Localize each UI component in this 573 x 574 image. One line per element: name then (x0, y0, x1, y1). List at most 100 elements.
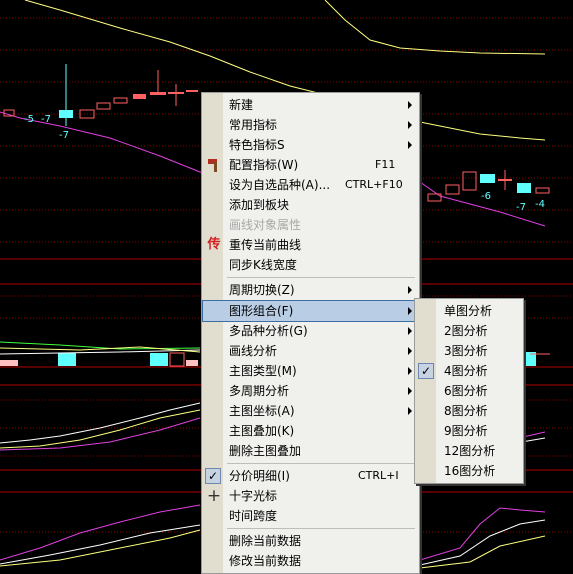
yellow-ma-line-upper (324, 0, 546, 55)
menu-item-label: 添加到板块 (229, 198, 290, 212)
kdj-right-magenta (419, 507, 546, 561)
submenu-item-label: 6图分析 (444, 384, 488, 398)
menu-item-label: 十字光标 (229, 489, 278, 503)
menu-item-chart-layout[interactable]: 图形组合(F) (202, 300, 419, 322)
submenu-item-16-charts[interactable]: 16图分析 (416, 461, 522, 481)
submenu-item-1-chart[interactable]: 单图分析 (416, 301, 522, 321)
menu-item-special-indicators[interactable]: 特色指标S (203, 135, 418, 155)
submenu-arrow-icon (408, 307, 412, 315)
menu-separator (227, 528, 415, 529)
crosshair-icon: + (206, 486, 222, 506)
menu-item-delete-data[interactable]: 删除当前数据 (203, 531, 418, 551)
submenu-arrow-icon (408, 101, 412, 109)
menu-item-label: 画线分析 (229, 344, 278, 358)
submenu-arrow-icon (408, 387, 412, 395)
menu-item-add-to-watchlist[interactable]: 设为自选品种(A)... CTRL+F10 (203, 175, 418, 195)
menu-item-sync-kline-width[interactable]: 同步K线宽度 (203, 255, 418, 275)
chuan-icon: 传 (207, 237, 221, 252)
indicator-magenta-line (0, 417, 201, 451)
menu-separator (227, 277, 415, 278)
submenu-item-3-charts[interactable]: 3图分析 (416, 341, 522, 361)
submenu-item-label: 3图分析 (444, 344, 488, 358)
menu-item-multi-symbol-analysis[interactable]: 多品种分析(G) (203, 321, 418, 341)
submenu-arrow-icon (408, 347, 412, 355)
menu-item-price-detail[interactable]: ✓ 分价明细(I) CTRL+I (203, 466, 418, 486)
bar-label: -7 (516, 202, 526, 213)
menu-item-main-chart-axis[interactable]: 主图坐标(A) (203, 401, 418, 421)
submenu-item-label: 12图分析 (444, 444, 496, 458)
submenu-item-label: 2图分析 (444, 324, 488, 338)
menu-item-edit-data[interactable]: 修改当前数据 (203, 551, 418, 571)
menu-item-label: 主图叠加(K) (229, 424, 295, 438)
check-icon: ✓ (205, 468, 221, 484)
submenu-arrow-icon (408, 367, 412, 375)
menu-item-label: 分价明细(I) (229, 469, 290, 483)
menu-item-crosshair[interactable]: + 十字光标 (203, 486, 418, 506)
submenu-arrow-icon (408, 141, 412, 149)
submenu-arrow-icon (408, 286, 412, 294)
chart-layout-submenu: 单图分析 2图分析 3图分析 ✓ 4图分析 6图分析 8图分析 9图分析 12图… (414, 298, 524, 484)
menu-item-main-chart-type[interactable]: 主图类型(M) (203, 361, 418, 381)
menu-item-label: 修改当前数据 (229, 554, 302, 568)
menu-item-label: 周期切换(Z) (229, 283, 295, 297)
bar-label: -7 (59, 130, 69, 141)
submenu-item-8-charts[interactable]: 8图分析 (416, 401, 522, 421)
submenu-item-label: 9图分析 (444, 424, 488, 438)
submenu-item-2-charts[interactable]: 2图分析 (416, 321, 522, 341)
menu-item-label: 同步K线宽度 (229, 258, 297, 272)
chart-context-menu: 新建 常用指标 特色指标S 配置指标(W) F11 设为自选品种(A)... C… (201, 92, 420, 574)
menu-item-label: 新建 (229, 98, 254, 112)
menu-item-label: 主图类型(M) (229, 364, 297, 378)
menu-item-main-chart-overlay[interactable]: 主图叠加(K) (203, 421, 418, 441)
submenu-item-4-charts[interactable]: ✓ 4图分析 (416, 361, 522, 381)
indicator-yellow-line (0, 409, 201, 449)
menu-item-label: 画线对象属性 (229, 218, 302, 232)
menu-item-label: 特色指标S (229, 138, 285, 152)
kdj-white-line (0, 524, 201, 565)
menu-item-config-indicators[interactable]: 配置指标(W) F11 (203, 155, 418, 175)
menu-item-label: 配置指标(W) (229, 158, 299, 172)
menu-item-shortcut: F11 (375, 158, 396, 171)
submenu-arrow-icon (408, 407, 412, 415)
bar-label: -4 (535, 199, 545, 210)
kdj-yellow-line (0, 529, 201, 567)
submenu-item-9-charts[interactable]: 9图分析 (416, 421, 522, 441)
menu-item-label: 重传当前曲线 (229, 238, 302, 252)
menu-item-remove-overlay[interactable]: 删除主图叠加 (203, 441, 418, 461)
hammer-icon (206, 156, 222, 174)
menu-item-label: 主图坐标(A) (229, 404, 295, 418)
check-icon: ✓ (418, 363, 434, 379)
menu-item-label: 常用指标 (229, 118, 278, 132)
menu-item-multi-period-analysis[interactable]: 多周期分析 (203, 381, 418, 401)
menu-item-label: 时间跨度 (229, 509, 278, 523)
submenu-item-label: 16图分析 (444, 464, 496, 478)
menu-item-time-span[interactable]: 时间跨度 (203, 506, 418, 526)
submenu-item-label: 8图分析 (444, 404, 488, 418)
menu-item-common-indicators[interactable]: 常用指标 (203, 115, 418, 135)
menu-separator (227, 463, 415, 464)
kdj-right-white (419, 519, 546, 566)
menu-item-label: 多品种分析(G) (229, 324, 308, 338)
menu-item-label: 删除主图叠加 (229, 444, 302, 458)
menu-item-label: 设为自选品种(A)... (229, 178, 331, 192)
volume-ma-green (0, 341, 201, 350)
menu-item-shortcut: CTRL+I (358, 469, 399, 482)
bar-label: -6 (481, 191, 491, 202)
menu-item-drawing-properties: 画线对象属性 (203, 215, 418, 235)
submenu-item-6-charts[interactable]: 6图分析 (416, 381, 522, 401)
submenu-arrow-icon (408, 121, 412, 129)
menu-item-reupload-curve[interactable]: 传 重传当前曲线 (203, 235, 418, 255)
menu-item-period-switch[interactable]: 周期切换(Z) (203, 280, 418, 300)
menu-item-shortcut: CTRL+F10 (345, 178, 403, 191)
menu-item-new[interactable]: 新建 (203, 95, 418, 115)
submenu-item-label: 4图分析 (444, 364, 488, 378)
menu-item-drawing-analysis[interactable]: 画线分析 (203, 341, 418, 361)
menu-item-label: 多周期分析 (229, 384, 290, 398)
menu-item-add-to-sector[interactable]: 添加到板块 (203, 195, 418, 215)
submenu-item-12-charts[interactable]: 12图分析 (416, 441, 522, 461)
indicator-white-line (0, 402, 201, 444)
menu-item-label: 图形组合(F) (229, 304, 294, 318)
submenu-item-label: 单图分析 (444, 304, 493, 318)
submenu-arrow-icon (408, 327, 412, 335)
bar-label: -7 (41, 114, 51, 125)
